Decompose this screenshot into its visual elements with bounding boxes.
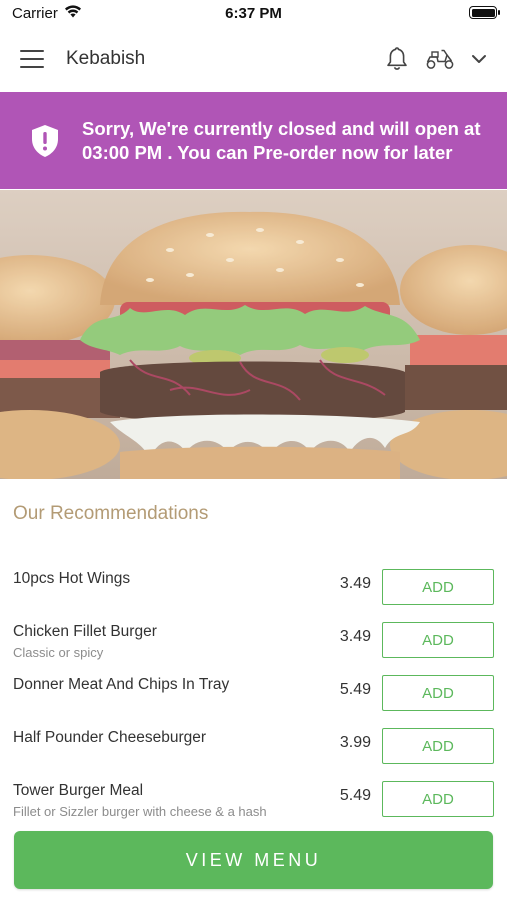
- item-price: 3.49: [339, 628, 371, 645]
- menu-icon[interactable]: [20, 50, 44, 68]
- battery-icon: [469, 6, 500, 19]
- hero-burger-image: [0, 190, 507, 479]
- restaurant-title: Kebabish: [66, 48, 146, 69]
- closed-banner: Sorry, We're currently closed and will o…: [0, 92, 507, 189]
- list-item: Half Pounder Cheeseburger 3.99 ADD: [0, 726, 507, 779]
- status-bar: Carrier 6:37 PM: [0, 0, 507, 26]
- item-name: 10pcs Hot Wings: [13, 570, 131, 587]
- header-actions: [385, 46, 487, 72]
- chevron-down-icon[interactable]: [471, 54, 487, 64]
- scooter-icon[interactable]: [425, 47, 455, 71]
- view-menu-button[interactable]: VIEW MENU: [14, 831, 493, 889]
- item-name: Chicken Fillet Burger: [13, 623, 157, 640]
- list-item: Donner Meat And Chips In Tray 5.49 ADD: [0, 673, 507, 726]
- item-price: 5.49: [339, 681, 371, 698]
- item-name: Donner Meat And Chips In Tray: [13, 676, 230, 693]
- item-price: 5.49: [339, 787, 371, 804]
- list-item: Tower Burger Meal Fillet or Sizzler burg…: [0, 779, 507, 832]
- bell-icon[interactable]: [385, 46, 409, 72]
- add-button[interactable]: ADD: [382, 728, 494, 764]
- app-header: Kebabish: [0, 30, 507, 88]
- item-description: Classic or spicy: [13, 645, 104, 660]
- status-time: 6:37 PM: [225, 4, 282, 22]
- closed-message: Sorry, We're currently closed and will o…: [82, 117, 481, 163]
- item-name: Half Pounder Cheeseburger: [13, 729, 207, 746]
- list-item: 10pcs Hot Wings 3.49 ADD: [0, 567, 507, 620]
- recommendations-heading: Our Recommendations: [13, 503, 209, 524]
- item-description: Fillet or Sizzler burger with cheese & a…: [13, 804, 267, 819]
- add-button[interactable]: ADD: [382, 569, 494, 605]
- shield-alert-icon: [30, 124, 60, 158]
- item-price: 3.99: [339, 734, 371, 751]
- item-name: Tower Burger Meal: [13, 782, 144, 799]
- add-button[interactable]: ADD: [382, 622, 494, 658]
- recommendations-list: 10pcs Hot Wings 3.49 ADD Chicken Fillet …: [0, 567, 507, 832]
- add-button[interactable]: ADD: [382, 675, 494, 711]
- list-item: Chicken Fillet Burger Classic or spicy 3…: [0, 620, 507, 673]
- item-price: 3.49: [339, 575, 371, 592]
- add-button[interactable]: ADD: [382, 781, 494, 817]
